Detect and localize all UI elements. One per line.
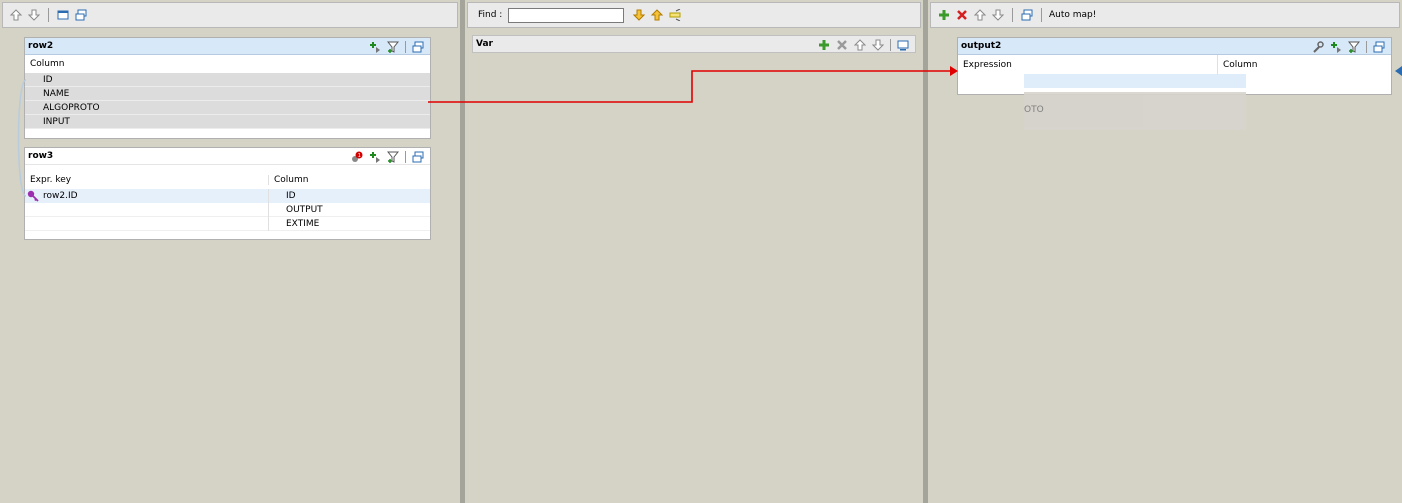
- row3-key-expression-cell[interactable]: row2.ID: [25, 189, 268, 203]
- remove-icon[interactable]: [835, 38, 849, 52]
- var-title: Var: [476, 39, 493, 49]
- row2-title: row2: [28, 41, 54, 51]
- move-up-icon[interactable]: [9, 8, 23, 22]
- wrench-icon[interactable]: [1311, 40, 1325, 54]
- move-up-icon[interactable]: [853, 38, 867, 52]
- filter-icon[interactable]: [386, 40, 400, 54]
- row3-column-extime[interactable]: EXTIME: [268, 216, 319, 231]
- row3-table-header[interactable]: row3 1: [25, 148, 430, 165]
- highlight-icon[interactable]: [668, 8, 682, 22]
- find-next-icon[interactable]: [632, 8, 646, 22]
- row2-table: row2 Column ID NAME ALGOPROTO INPUT: [24, 37, 431, 139]
- minimize-all-icon[interactable]: [74, 8, 88, 22]
- drag-ghost-text: OTO: [1024, 105, 1044, 115]
- add-filter-icon[interactable]: [368, 150, 382, 164]
- filter-icon[interactable]: [386, 150, 400, 164]
- toolbar-separator: [48, 8, 49, 22]
- add-icon[interactable]: [817, 38, 831, 52]
- row2-column-header: Column: [30, 59, 65, 69]
- output-toolbar: Auto map!: [930, 2, 1400, 28]
- move-up-icon[interactable]: [973, 8, 987, 22]
- find-input[interactable]: [508, 7, 625, 23]
- header-separator: [1366, 41, 1367, 53]
- row3-expr-key-header: Expr. key: [30, 175, 72, 185]
- header-separator: [405, 151, 406, 163]
- row2-column-id[interactable]: ID: [25, 73, 430, 87]
- auto-map-button[interactable]: Auto map!: [1049, 10, 1096, 20]
- minimize-table-icon[interactable]: [1372, 40, 1386, 54]
- row3-column-header: Column: [268, 175, 308, 185]
- row2-column-name[interactable]: NAME: [25, 87, 430, 101]
- row3-column-id[interactable]: ID: [268, 189, 296, 203]
- output2-title: output2: [961, 41, 1002, 51]
- window-icon[interactable]: [56, 8, 70, 22]
- minimize-table-icon[interactable]: [896, 38, 910, 52]
- row3-title: row3: [28, 151, 54, 161]
- add-filter-icon[interactable]: [368, 40, 382, 54]
- row3-table: row3 1 Expr. key Column row2.ID ID OUTPU…: [24, 147, 431, 240]
- output-panel: Auto map! output2 Expression Column OTO: [928, 0, 1402, 503]
- add-output-icon[interactable]: [937, 8, 951, 22]
- move-down-icon[interactable]: [871, 38, 885, 52]
- add-filter-icon[interactable]: [1329, 40, 1343, 54]
- minimize-table-icon[interactable]: [411, 40, 425, 54]
- row2-column-algoproto[interactable]: ALGOPROTO: [25, 101, 430, 115]
- row3-column-output[interactable]: OUTPUT: [268, 202, 323, 217]
- output2-expression-header: Expression: [963, 60, 1012, 70]
- output2-table-header[interactable]: output2: [958, 38, 1391, 55]
- find-toolbar: Find :: [467, 2, 921, 28]
- move-down-icon[interactable]: [991, 8, 1005, 22]
- row2-column-input[interactable]: INPUT: [25, 115, 430, 129]
- filter-icon[interactable]: [1347, 40, 1361, 54]
- remove-output-icon[interactable]: [955, 8, 969, 22]
- find-previous-icon[interactable]: [650, 8, 664, 22]
- left-input-panel: row2 Column ID NAME ALGOPROTO INPUT row3: [0, 0, 460, 503]
- minimize-table-icon[interactable]: [411, 150, 425, 164]
- drag-ghost: OTO: [1024, 92, 1246, 130]
- var-panel: Find : Var: [465, 0, 923, 503]
- row2-table-header[interactable]: row2: [25, 38, 430, 55]
- key-icon: [26, 189, 40, 203]
- lookup-key-alert-icon[interactable]: 1: [350, 150, 364, 164]
- output2-column-header: Column: [1217, 55, 1257, 75]
- drag-ghost-highlight: [1024, 74, 1246, 88]
- scroll-marker-icon: [1395, 66, 1402, 76]
- var-table-header[interactable]: Var: [472, 35, 916, 53]
- left-toolbar: [2, 2, 458, 28]
- header-separator: [405, 41, 406, 53]
- toolbar-separator: [1041, 8, 1042, 22]
- minimize-all-icon[interactable]: [1020, 8, 1034, 22]
- find-label: Find :: [478, 10, 503, 20]
- move-down-icon[interactable]: [27, 8, 41, 22]
- header-separator: [890, 39, 891, 51]
- svg-text:1: 1: [358, 153, 361, 159]
- toolbar-separator: [1012, 8, 1013, 22]
